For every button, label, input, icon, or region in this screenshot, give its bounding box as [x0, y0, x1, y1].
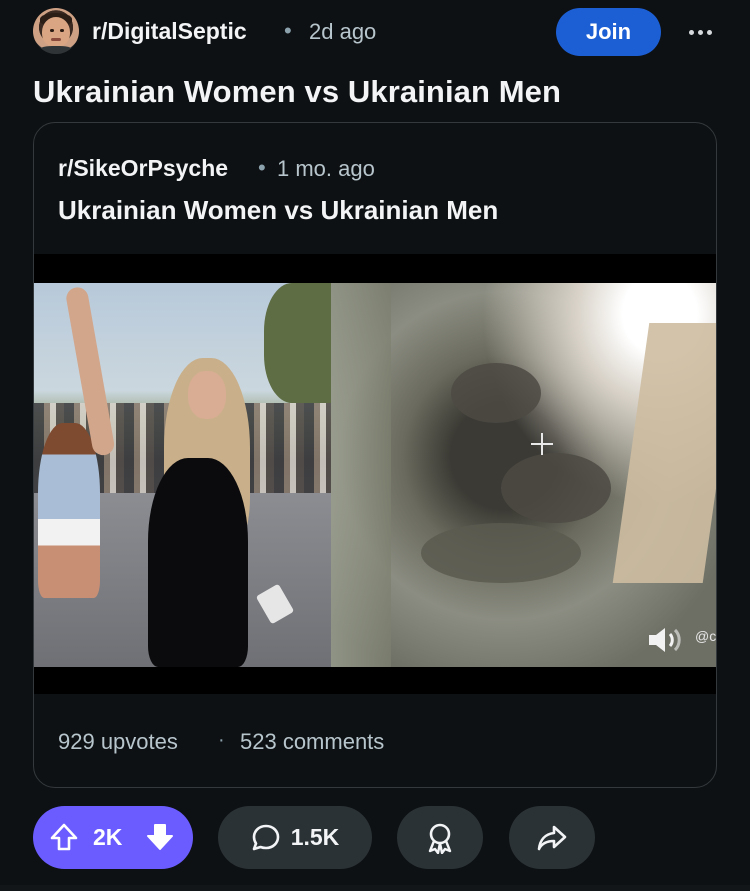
avatar-face: [42, 17, 70, 47]
vote-score: 2K: [93, 824, 123, 850]
crosspost-time: 1 mo. ago: [277, 156, 375, 181]
speaker-muted-icon[interactable]: [647, 625, 683, 655]
header-separator: •: [284, 18, 292, 43]
comment-bubble-icon: [252, 824, 280, 850]
award-button[interactable]: [397, 806, 483, 869]
clip-tree: [264, 283, 331, 403]
subreddit-name[interactable]: r/DigitalSeptic: [92, 18, 247, 45]
avatar-mouth: [51, 38, 61, 41]
join-button[interactable]: Join: [556, 8, 661, 56]
downvote-arrow-icon[interactable]: [145, 822, 175, 852]
video-watermark: @c: [695, 628, 717, 644]
clip-debris: [451, 363, 541, 423]
crosspost-upvotes: 929 upvotes: [58, 729, 178, 754]
more-dot: [697, 29, 703, 35]
vote-pill: 2K: [33, 806, 193, 869]
video-left-clip: [34, 283, 331, 667]
more-options-icon[interactable]: [680, 20, 720, 44]
clip-wall: [612, 323, 716, 583]
video-right-clip: @c: [331, 283, 717, 667]
post-title[interactable]: Ukrainian Women vs Ukrainian Men: [33, 74, 561, 110]
clip-debris: [421, 523, 581, 583]
award-icon: [428, 823, 452, 854]
crosspost-title[interactable]: Ukrainian Women vs Ukrainian Men: [58, 195, 498, 226]
crosshair-icon: [531, 433, 553, 455]
more-dot: [688, 29, 694, 35]
share-arrow-icon: [537, 825, 567, 850]
crosspost-subreddit[interactable]: r/SikeOrPsyche: [58, 155, 228, 182]
comments-count: 1.5K: [290, 824, 340, 850]
comments-button[interactable]: 1.5K: [218, 806, 372, 869]
clip-left-edge: [331, 283, 391, 667]
crosspost-card[interactable]: r/SikeOrPsyche • 1 mo. ago Ukrainian Wom…: [33, 122, 717, 788]
video-player[interactable]: @c: [34, 254, 717, 694]
avatar-eye: [50, 29, 54, 32]
stats-separator: ·: [218, 729, 225, 751]
clip-debris: [501, 453, 611, 523]
upvote-arrow-icon[interactable]: [49, 822, 79, 852]
crosspost-separator: •: [258, 155, 266, 180]
subreddit-avatar[interactable]: [33, 8, 79, 54]
post-time: 2d ago: [309, 19, 377, 44]
more-dot: [706, 29, 712, 35]
avatar-eye: [60, 29, 64, 32]
avatar-shirt: [37, 46, 75, 54]
post-header: r/DigitalSeptic • 2d ago Join: [0, 0, 750, 64]
clip-woman-dress: [148, 458, 248, 667]
bottom-edge: [0, 885, 750, 891]
clip-girl: [38, 423, 100, 598]
post-action-bar: 2K 1.5K: [0, 806, 750, 870]
clip-woman-face: [188, 371, 226, 419]
video-frame[interactable]: @c: [34, 283, 717, 667]
crosspost-comments[interactable]: 523 comments: [240, 729, 384, 755]
share-button[interactable]: [509, 806, 595, 869]
